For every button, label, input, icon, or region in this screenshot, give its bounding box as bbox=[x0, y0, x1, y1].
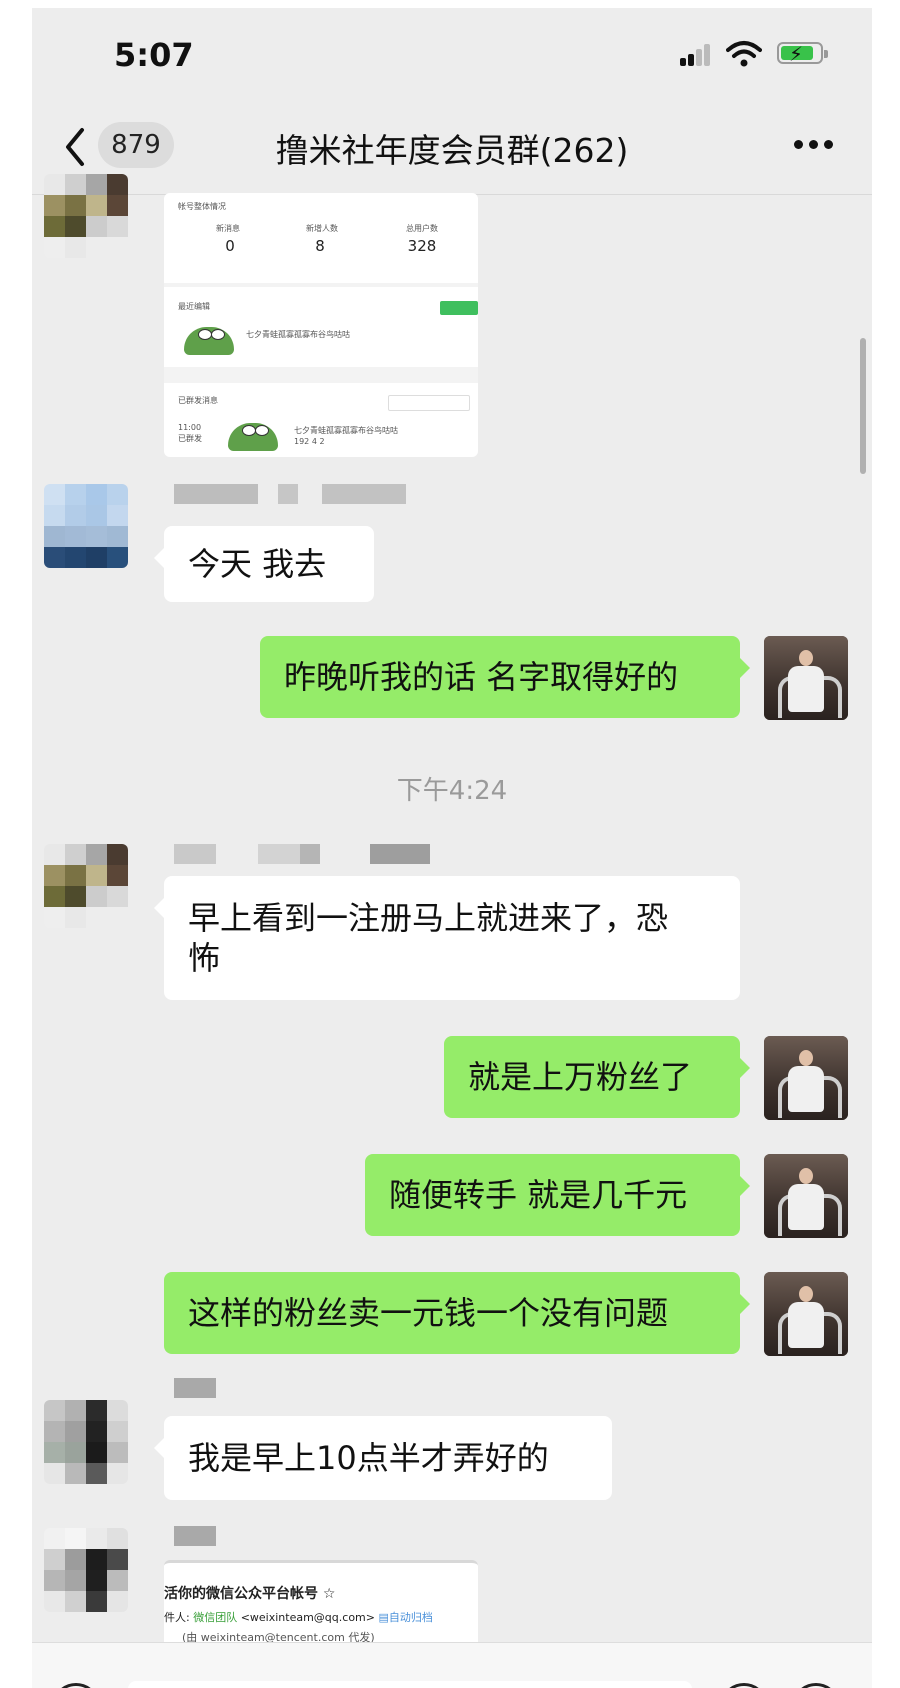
back-chevron-icon[interactable] bbox=[60, 122, 90, 172]
archive-tag: 自动归档 bbox=[388, 1611, 433, 1624]
stat-value: 0 bbox=[225, 237, 235, 255]
message-input[interactable] bbox=[128, 1681, 692, 1688]
message-bubble[interactable]: 昨晚听我的话 名字取得好的 bbox=[260, 636, 750, 718]
clock: 5:07 bbox=[114, 36, 194, 74]
message-bubble[interactable]: 这样的粉丝卖一元钱一个没有问题 bbox=[164, 1272, 750, 1354]
stat-label: 总用户数 bbox=[406, 224, 438, 233]
shared-image-card[interactable]: 帐号整体情况 新消息 新增人数 总用户数 0 8 328 最近编辑 七夕青蛙孤寡… bbox=[164, 193, 478, 457]
card-section-title: 最近编辑 bbox=[178, 302, 210, 311]
battery-icon: ⚡ bbox=[777, 42, 828, 66]
cellular-signal-icon bbox=[680, 44, 712, 66]
sender-name-blurred bbox=[174, 484, 414, 504]
new-broadcast-button bbox=[440, 301, 478, 315]
my-avatar[interactable] bbox=[764, 636, 848, 720]
avatar[interactable] bbox=[44, 1400, 128, 1484]
sent-status: 已群发 bbox=[178, 434, 202, 443]
voice-input-icon[interactable] bbox=[52, 1683, 100, 1688]
frog-thumbnail bbox=[228, 423, 278, 451]
card-section-title: 已群发消息 bbox=[178, 396, 218, 405]
stat-label: 新增人数 bbox=[306, 224, 338, 233]
message-bubble[interactable]: 早上看到一注册马上就进来了，恐 怖 bbox=[154, 876, 740, 1000]
stat-label: 新消息 bbox=[216, 224, 240, 233]
sender-name: 微信团队 bbox=[193, 1611, 238, 1624]
input-bar bbox=[32, 1642, 872, 1688]
email-sender-row: 件人: 微信团队 <weixinteam@qq.com> ▤自动归档 bbox=[164, 1609, 433, 1625]
stat-value: 328 bbox=[407, 237, 437, 255]
shared-email-card[interactable]: 活你的微信公众平台帐号 ☆ 件人: 微信团队 <weixinteam@qq.co… bbox=[164, 1560, 478, 1653]
message-bubble[interactable]: 随便转手 就是几千元 bbox=[365, 1154, 750, 1236]
sent-time: 11:00 bbox=[178, 423, 202, 432]
stat-value: 8 bbox=[315, 237, 325, 255]
message-bubble[interactable]: 我是早上10点半才弄好的 bbox=[154, 1416, 612, 1500]
more-options-icon[interactable] bbox=[794, 140, 834, 152]
card-section-title: 帐号整体情况 bbox=[178, 202, 226, 211]
my-avatar[interactable] bbox=[764, 1272, 848, 1356]
timestamp: 下午4:24 bbox=[396, 776, 508, 806]
avatar[interactable] bbox=[44, 844, 128, 928]
sender-name-blurred bbox=[174, 1378, 224, 1398]
message-line: 早上看到一注册马上就进来了，恐 bbox=[188, 899, 669, 937]
avatar[interactable] bbox=[44, 484, 128, 568]
status-bar: 5:07 ⚡ bbox=[32, 8, 872, 98]
message-bubble[interactable]: 就是上万粉丝了 bbox=[444, 1036, 750, 1118]
unread-count-badge[interactable]: 879 bbox=[98, 122, 174, 168]
frog-thumbnail bbox=[184, 327, 234, 355]
avatar[interactable] bbox=[44, 1528, 128, 1612]
plus-icon[interactable] bbox=[792, 1683, 840, 1688]
wifi-icon bbox=[726, 41, 762, 67]
avatar[interactable] bbox=[44, 174, 128, 258]
sent-title: 七夕青蛙孤寡孤寡布谷鸟咕咕 bbox=[294, 426, 398, 435]
sender-email: <weixinteam@qq.com> bbox=[237, 1611, 379, 1624]
sender-prefix: 件人: bbox=[164, 1611, 194, 1624]
emoji-icon[interactable] bbox=[720, 1683, 768, 1688]
sender-name-blurred bbox=[174, 844, 444, 864]
my-avatar[interactable] bbox=[764, 1154, 848, 1238]
group-title: 撸米社年度会员群(262) bbox=[275, 131, 629, 170]
sender-name-blurred bbox=[174, 1526, 224, 1546]
draft-title: 七夕青蛙孤寡孤寡布谷鸟咕咕 bbox=[246, 330, 350, 339]
chat-header: 879 撸米社年度会员群(262) bbox=[32, 102, 872, 195]
email-subject: 活你的微信公众平台帐号 ☆ bbox=[164, 1586, 336, 1602]
my-avatar[interactable] bbox=[764, 1036, 848, 1120]
sent-stats: 192 4 2 bbox=[294, 437, 325, 446]
message-bubble[interactable]: 今天 我去 bbox=[154, 526, 374, 602]
chat-screen: 5:07 ⚡ 879 撸米社年度会员群(262) 帐号整体情况 新消息 新增人数… bbox=[32, 8, 872, 1688]
search-box bbox=[388, 395, 470, 411]
archive-icon: ▤ bbox=[378, 1611, 389, 1624]
scrollbar[interactable] bbox=[860, 338, 866, 474]
message-line: 怖 bbox=[188, 939, 221, 977]
